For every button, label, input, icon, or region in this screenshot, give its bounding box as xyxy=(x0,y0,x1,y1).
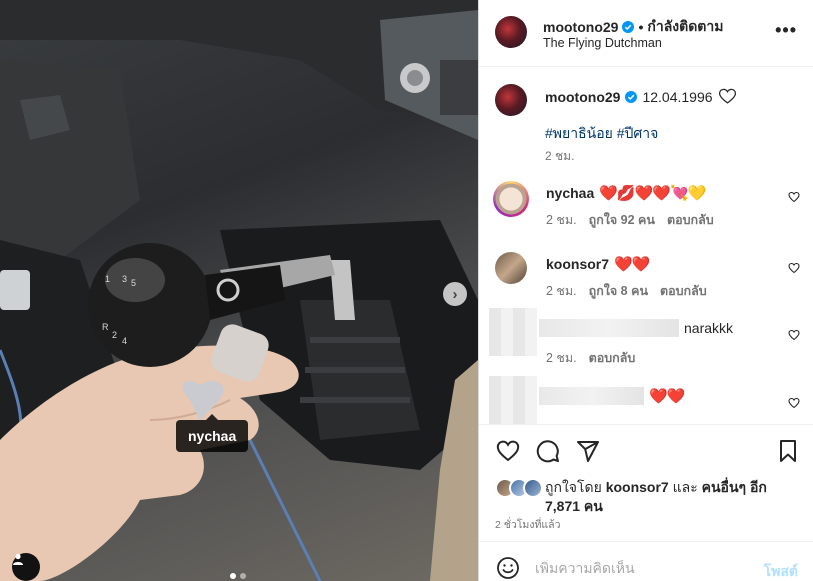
post-comment-button[interactable]: โพสต์ xyxy=(764,561,798,581)
reply-button[interactable]: ตอบกลับ xyxy=(589,348,636,368)
car-photo xyxy=(0,0,478,581)
add-comment-bar: โพสต์ xyxy=(479,541,813,581)
comment-likes[interactable]: ถูกใจ 92 คน xyxy=(589,210,655,230)
comment-text: ❤️💋❤️❤️💘💛 xyxy=(599,185,706,202)
more-options-icon[interactable]: ••• xyxy=(775,20,797,41)
comment-row: koonsor7 ❤️❤️ 2 ชม. ถูกใจ 8 คน ตอบกลับ xyxy=(479,252,813,312)
comment-heart-icon[interactable] xyxy=(788,397,800,409)
comment-heart-icon[interactable] xyxy=(788,329,800,341)
comment-text: narakkk xyxy=(684,320,734,336)
comment-heart-icon[interactable] xyxy=(788,191,800,203)
verified-badge-icon xyxy=(625,90,638,103)
heart-outline-icon xyxy=(718,88,736,104)
comments-list[interactable]: mootono29 12.04.1996 #พยาธิน้อย #ปีศาจ 2… xyxy=(479,68,813,424)
post-timestamp[interactable]: 2 ชั่วโมงที่แล้ว xyxy=(495,516,561,533)
caption-hashtags[interactable]: #พยาธิน้อย #ปีศาจ xyxy=(545,123,658,145)
author-avatar[interactable] xyxy=(495,16,527,48)
liker-avatar xyxy=(523,478,543,498)
user-icon xyxy=(13,553,23,565)
blurred-username xyxy=(539,387,644,405)
post-details-panel: mootono29 • กำลังติดตาม The Flying Dutch… xyxy=(478,0,813,581)
commenter-username[interactable]: koonsor7 xyxy=(546,256,609,272)
blurred-avatar xyxy=(489,308,537,356)
reply-button[interactable]: ตอบกลับ xyxy=(667,210,714,230)
likes-summary: ถูกใจโดย koonsor7 และ คนอื่นๆ อีก 7,871 … xyxy=(495,478,805,516)
chevron-right-icon: › xyxy=(452,285,458,303)
likes-middle: และ xyxy=(672,479,698,495)
header-separator: • xyxy=(638,19,644,35)
save-bookmark-icon[interactable] xyxy=(776,439,800,463)
comment-time: 2 ชม. xyxy=(546,351,577,365)
post-header: mootono29 • กำลังติดตาม The Flying Dutch… xyxy=(479,0,813,67)
comment-time: 2 ชม. xyxy=(546,284,577,298)
commenter-avatar[interactable] xyxy=(493,181,529,217)
comment-bubble-icon[interactable] xyxy=(536,439,560,463)
likes-user-link[interactable]: koonsor7 xyxy=(606,479,669,495)
comment-text: ❤️❤️ xyxy=(649,388,685,405)
caption-line: mootono29 12.04.1996 xyxy=(545,87,737,106)
caption-text: 12.04.1996 xyxy=(642,88,713,105)
user-tag-label[interactable]: nychaa xyxy=(176,414,249,452)
post-media[interactable]: 1 3 5 2 4 R › nychaa xyxy=(0,0,478,581)
following-button[interactable]: กำลังติดตาม xyxy=(647,16,723,38)
caption-avatar[interactable] xyxy=(495,84,527,116)
comment-row: narakkk 2 ชม. ตอบกลับ xyxy=(479,308,813,368)
caption-username[interactable]: mootono29 xyxy=(545,89,620,105)
next-slide-button[interactable]: › xyxy=(443,282,467,306)
reply-button[interactable]: ตอบกลับ xyxy=(660,281,707,301)
comment-row: ❤️❤️ xyxy=(479,376,813,424)
share-paper-plane-icon[interactable] xyxy=(576,439,600,463)
commenter-username[interactable]: nychaa xyxy=(546,185,594,201)
likes-prefix: ถูกใจโดย xyxy=(545,479,602,495)
like-heart-icon[interactable] xyxy=(496,439,520,463)
tagged-users-button[interactable] xyxy=(12,553,40,581)
add-comment-input[interactable] xyxy=(535,560,735,576)
post-location[interactable]: The Flying Dutchman xyxy=(543,36,662,50)
comment-heart-icon[interactable] xyxy=(788,262,800,274)
carousel-dot-active xyxy=(230,573,236,579)
caption-time: 2 ชม. xyxy=(545,149,575,163)
comment-likes[interactable]: ถูกใจ 8 คน xyxy=(589,281,648,301)
carousel-indicator xyxy=(230,573,246,579)
carousel-dot xyxy=(240,573,246,579)
blurred-username xyxy=(539,319,679,337)
author-username[interactable]: mootono29 xyxy=(543,19,618,35)
blurred-avatar xyxy=(489,376,537,424)
commenter-avatar[interactable] xyxy=(495,252,527,284)
comment-text: ❤️❤️ xyxy=(614,256,650,273)
verified-badge-icon xyxy=(622,21,635,33)
post-actions-bar xyxy=(479,424,813,474)
emoji-icon[interactable] xyxy=(496,556,520,580)
liker-avatars xyxy=(495,478,545,498)
comment-time: 2 ชม. xyxy=(546,213,577,227)
comment-row: nychaa ❤️💋❤️❤️💘💛 2 ชม. ถูกใจ 92 คน ตอบกล… xyxy=(479,181,813,241)
